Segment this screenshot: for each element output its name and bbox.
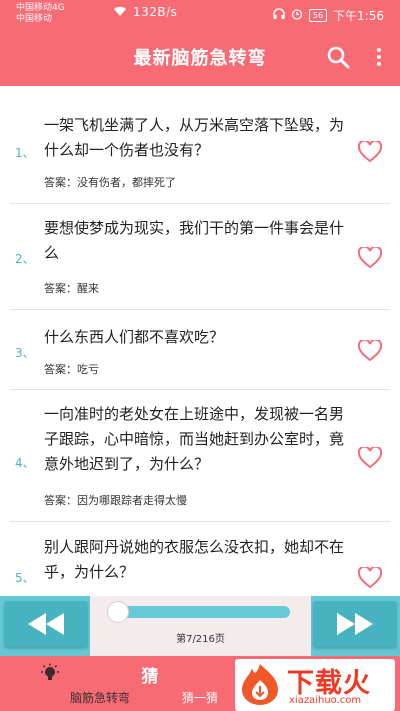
- status-left: 中国移动4G 中国移动 132B/s: [16, 3, 177, 25]
- item-number: 5、: [15, 571, 35, 585]
- item-question: 要想使梦成为现实，我们干的第一件事会是什么: [44, 219, 345, 262]
- search-icon[interactable]: [326, 45, 350, 69]
- lightbulb-icon: [40, 663, 60, 689]
- prev-page-button[interactable]: [4, 601, 88, 647]
- flame-logo-icon: [242, 664, 278, 705]
- heart-icon[interactable]: [358, 141, 382, 163]
- item-number: 3、: [15, 346, 35, 360]
- item-question: 什么东西人们都不喜欢吃？: [44, 328, 225, 346]
- item-answer: 答案：吃亏: [44, 363, 99, 376]
- list-item[interactable]: 1、 一架飞机坐满了人，从万米高空落下坠毁，为什么却一个伤者也没有？ 答案：没有…: [10, 86, 390, 204]
- item-answer: 答案：没有伤者，都摔死了: [44, 176, 176, 189]
- carrier-line2: 中国移动: [16, 14, 53, 24]
- status-right: 56 下午1:56: [273, 7, 384, 24]
- item-answer: 答案：因为哪跟踪者走得太慢: [44, 494, 187, 507]
- item-number: 4、: [15, 456, 35, 470]
- carrier-line1: 中国移动4G: [16, 3, 65, 13]
- page-slider-track[interactable]: [110, 606, 290, 618]
- alarm-icon: [291, 8, 303, 23]
- watermark: 下载火 xiazaihuo.com: [235, 659, 395, 711]
- paging-bar: 第7/216页: [0, 596, 400, 656]
- list-item[interactable]: 4、 一向准时的老处女在上班途中，发现被一名男子跟踪，心中暗惊，而当她赶到办公室…: [10, 390, 390, 522]
- tab-brain-teaser[interactable]: 脑筋急转弯: [0, 656, 130, 711]
- headset-icon: [273, 8, 285, 23]
- heart-icon[interactable]: [358, 340, 382, 362]
- item-question: 别人跟阿丹说她的衣服怎么没衣扣，她却不在乎，为什么？: [44, 538, 345, 581]
- page-slider-handle[interactable]: [107, 601, 130, 623]
- list-item[interactable]: 5、 别人跟阿丹说她的衣服怎么没衣扣，她却不在乎，为什么？: [10, 522, 390, 596]
- item-answer: 答案：醒来: [44, 282, 99, 295]
- watermark-url: xiazaihuo.com: [289, 695, 362, 706]
- list-item[interactable]: 3、 什么东西人们都不喜欢吃？ 答案：吃亏: [10, 310, 390, 390]
- fast-forward-icon: [337, 613, 373, 635]
- more-vert-icon[interactable]: [370, 46, 388, 68]
- page-progress-panel: 第7/216页: [90, 596, 311, 656]
- guess-icon: 猜: [141, 667, 159, 687]
- page-indicator: 第7/216页: [176, 634, 225, 645]
- app-header: 最新脑筋急转弯: [0, 30, 400, 86]
- list-item[interactable]: 2、 要想使梦成为现实，我们干的第一件事会是什么 答案：醒来: [10, 204, 390, 310]
- heart-icon[interactable]: [358, 447, 382, 469]
- net-speed: 132B/s: [133, 5, 178, 19]
- rewind-icon: [28, 613, 64, 635]
- item-question: 一架飞机坐满了人，从万米高空落下坠毁，为什么却一个伤者也没有？: [44, 116, 345, 159]
- clock: 下午1:56: [333, 9, 384, 23]
- heart-icon[interactable]: [358, 247, 382, 269]
- tab-guess[interactable]: 猜 猜一猜: [100, 656, 219, 711]
- item-number: 2、: [15, 252, 35, 266]
- status-bar: 中国移动4G 中国移动 132B/s 56 下午1:56: [0, 0, 400, 30]
- wifi-icon: [113, 6, 127, 19]
- item-question: 一向准时的老处女在上班途中，发现被一名男子跟踪，心中暗惊，而当她赶到办公室时，竟…: [44, 405, 345, 473]
- riddle-list[interactable]: 1、 一架飞机坐满了人，从万米高空落下坠毁，为什么却一个伤者也没有？ 答案：没有…: [0, 86, 400, 596]
- heart-icon[interactable]: [358, 567, 382, 589]
- item-number: 1、: [15, 146, 35, 160]
- next-page-button[interactable]: [313, 601, 397, 647]
- battery-level: 56: [308, 9, 328, 22]
